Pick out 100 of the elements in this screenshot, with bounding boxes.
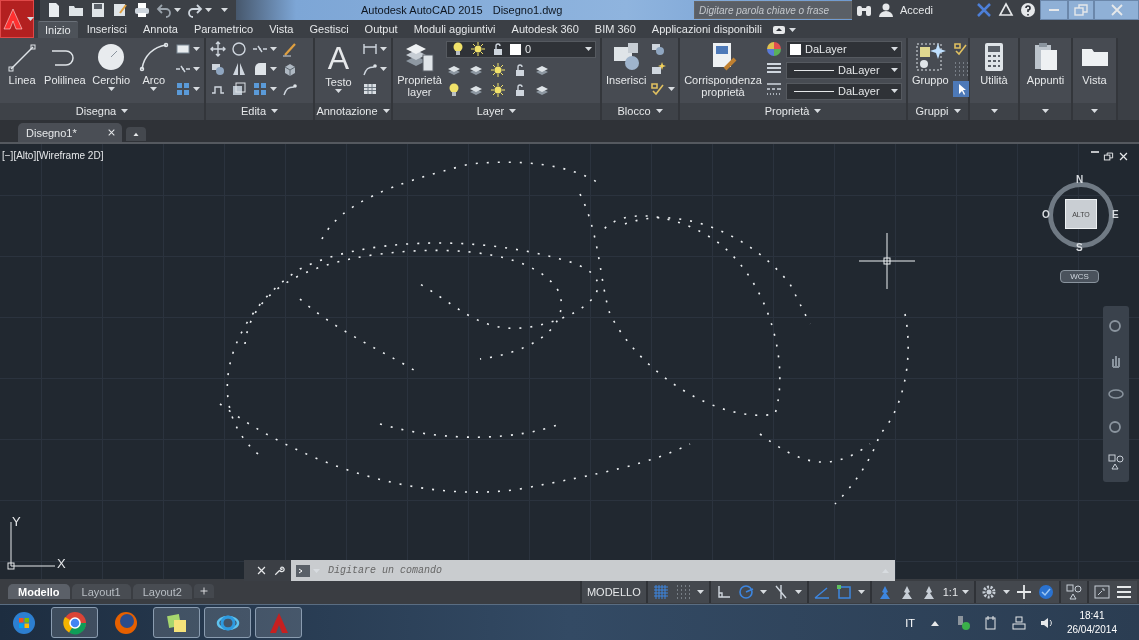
ribbon-button[interactable]: Proprietà layer (397, 40, 442, 98)
color-wheel-icon[interactable] (766, 40, 782, 57)
dropdown[interactable]: DaLayer (786, 40, 902, 58)
language-indicator[interactable]: IT (905, 616, 915, 629)
sun-icon[interactable] (490, 81, 506, 98)
ribbon-tab[interactable]: Parametrico (186, 20, 261, 38)
panel-title[interactable]: Gruppi (908, 102, 968, 120)
ucs-button[interactable]: WCS (1060, 270, 1099, 284)
redo-button[interactable] (187, 2, 212, 18)
caret-icon[interactable] (857, 589, 865, 594)
ribbon-button[interactable]: Gruppo (912, 40, 949, 86)
close-icon[interactable] (107, 128, 116, 138)
gear-icon[interactable] (981, 583, 997, 600)
space-toggle[interactable]: MODELLO (586, 585, 641, 598)
close-icon[interactable] (1118, 151, 1129, 163)
caret-icon[interactable] (174, 8, 181, 12)
caret-icon[interactable] (193, 66, 200, 71)
caret-icon[interactable] (962, 589, 969, 594)
dotted-grid-icon[interactable] (952, 60, 969, 77)
ribbon-tab[interactable]: Annota (136, 20, 185, 38)
network-icon[interactable] (1010, 614, 1027, 631)
caret-icon[interactable] (121, 109, 129, 113)
caret-icon[interactable] (814, 109, 822, 113)
caret-icon[interactable] (335, 88, 342, 93)
caret-icon[interactable] (193, 86, 200, 91)
panel-title[interactable]: Layer (393, 102, 600, 120)
expand-button[interactable] (876, 560, 895, 582)
dropdown[interactable]: DaLayer (786, 61, 902, 79)
search-field[interactable]: Digitare parola chiave o frase (694, 1, 852, 19)
ortho-icon[interactable] (715, 583, 732, 600)
caret-icon[interactable] (270, 46, 277, 51)
caret-icon[interactable] (891, 47, 898, 52)
zoom-icon[interactable] (1108, 420, 1124, 436)
taskbar-button[interactable] (153, 607, 200, 639)
tool-button[interactable] (252, 60, 277, 77)
caret-icon[interactable] (794, 589, 802, 594)
panel-title[interactable]: Proprietà (680, 102, 906, 120)
ribbon-button[interactable]: Polilinea (44, 40, 86, 86)
caret-icon[interactable] (509, 109, 517, 113)
help-icon[interactable] (1020, 2, 1036, 18)
dotted-grid-icon[interactable] (674, 583, 691, 600)
command-history-button[interactable] (291, 560, 324, 582)
tool-button[interactable] (650, 80, 676, 97)
scale-icon[interactable] (231, 80, 247, 97)
ribbon-button[interactable]: Linea (4, 40, 41, 86)
check-circle-icon[interactable] (1038, 583, 1054, 600)
star-icon[interactable] (650, 60, 667, 77)
check-icon[interactable] (952, 40, 969, 57)
layout-tab[interactable]: Layout1 (71, 584, 131, 600)
close-button[interactable] (1094, 0, 1139, 20)
caret-icon[interactable] (891, 89, 898, 94)
menu-icon[interactable] (1116, 583, 1132, 600)
caret-icon[interactable] (193, 46, 200, 51)
new-layout-button[interactable] (193, 584, 214, 599)
restore-button[interactable] (1068, 0, 1094, 20)
ribbon-button[interactable]: Inserisci (606, 40, 647, 86)
sun-icon[interactable] (490, 61, 506, 78)
sun-icon[interactable] (470, 41, 486, 58)
ribbon-tab[interactable]: Output (357, 20, 405, 38)
scale-dropdown[interactable]: 1:1 (942, 585, 969, 598)
ribbon-tab[interactable]: Moduli aggiuntivi (406, 20, 503, 38)
caret-icon[interactable] (953, 109, 961, 113)
command-input[interactable]: Digitare un comando (324, 560, 876, 582)
person-icon[interactable] (878, 2, 894, 18)
caret-icon[interactable] (1042, 109, 1049, 113)
ribbon-tab[interactable]: Inserisci (79, 20, 135, 38)
triangle-icon[interactable] (998, 2, 1014, 18)
dropdown[interactable]: DaLayer (786, 82, 902, 100)
caret-icon[interactable] (655, 109, 663, 113)
taskbar-button[interactable] (255, 607, 302, 639)
panel-title[interactable]: Blocco (602, 102, 678, 120)
caret-icon[interactable] (380, 46, 387, 51)
ribbon-tab[interactable]: Inizio (38, 20, 78, 38)
ribbon-tab[interactable]: Vista (262, 20, 301, 38)
dropdown[interactable]: 0 (446, 40, 596, 58)
ribbon-tab[interactable]: BIM 360 (587, 20, 643, 38)
ribbon-button[interactable]: Corrispondenza proprietà (684, 40, 762, 98)
quick-access-button[interactable] (90, 2, 106, 18)
ribbon-button[interactable]: Utilità (974, 40, 1014, 86)
caret-icon[interactable] (270, 66, 277, 71)
plus-icon[interactable] (1016, 583, 1032, 600)
application-menu-button[interactable] (0, 0, 34, 38)
panel-title[interactable]: Disegna (0, 102, 204, 120)
ribbon-tab[interactable]: Autodesk 360 (504, 20, 586, 38)
quick-access-button[interactable] (134, 2, 150, 18)
document-tab[interactable]: Disegno1* (18, 123, 122, 143)
caret-icon[interactable] (668, 86, 676, 91)
tool-button[interactable] (175, 80, 200, 97)
layout-tab[interactable]: Layout2 (132, 584, 192, 600)
caret-icon[interactable] (891, 68, 898, 73)
caret-icon[interactable] (1003, 589, 1010, 594)
restore-icon[interactable] (1103, 151, 1114, 163)
caret-icon[interactable] (585, 47, 592, 52)
ribbon-tab[interactable]: Applicazioni disponibili (644, 20, 769, 38)
shapes-icon[interactable] (1108, 453, 1124, 470)
caret-icon[interactable] (271, 109, 279, 113)
tool-button[interactable] (252, 80, 277, 97)
ribbon-button[interactable]: A Testo (319, 40, 358, 93)
quick-access-button[interactable] (46, 2, 62, 18)
close-icon[interactable] (256, 565, 267, 577)
